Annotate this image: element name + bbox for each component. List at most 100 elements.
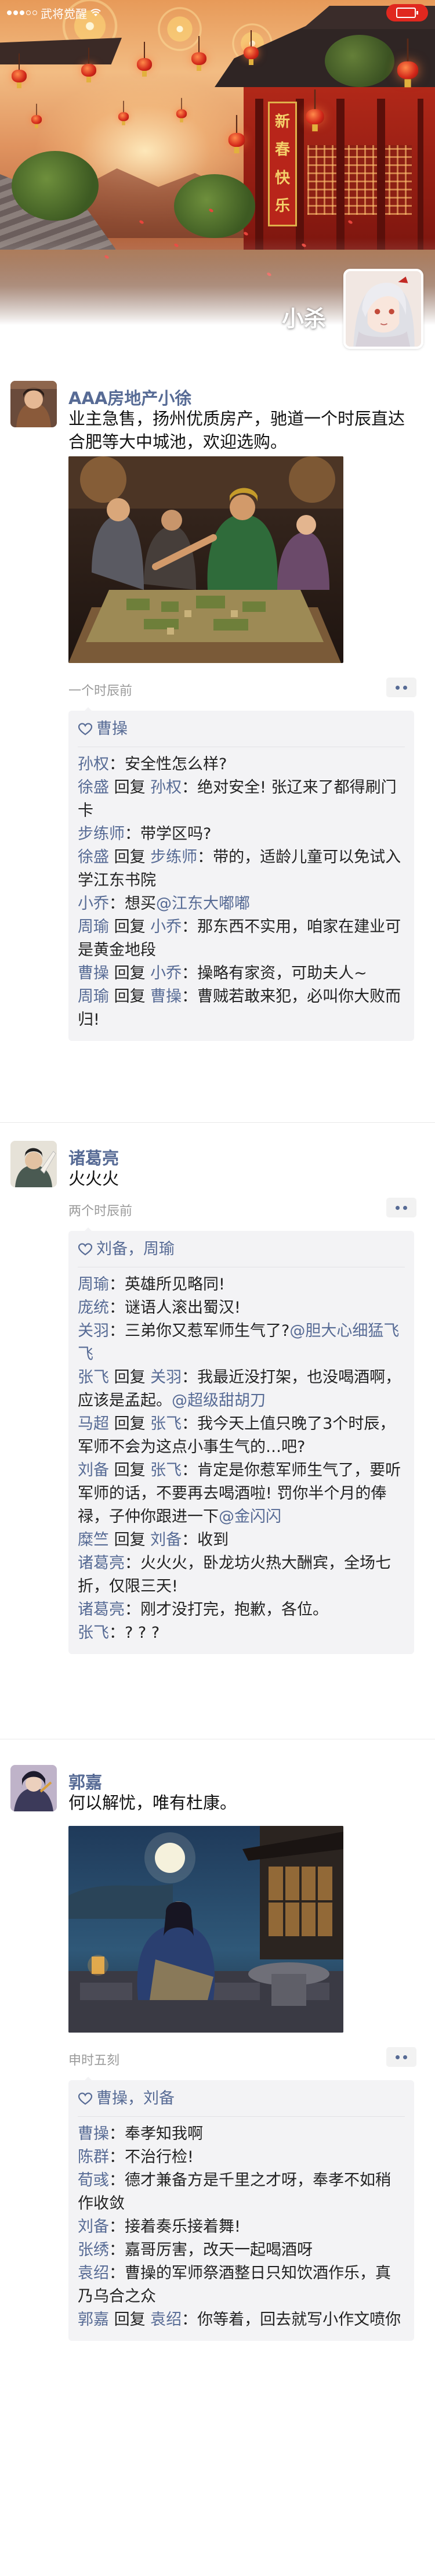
likes-names[interactable]: 曹操 <box>96 719 128 740</box>
commenter-name[interactable]: 周瑜 <box>78 1276 109 1294</box>
avatar[interactable] <box>10 381 57 427</box>
comment-list: 曹操：奉孝知我啊 陈群：不治行检! 荀彧：德才兼备方是千里之才呀，奉孝不如稍作收敛刘… <box>78 2123 405 2332</box>
comment-text: ：刚才没打完，抱歉，各位。 <box>125 1601 328 1619</box>
comment-item[interactable]: 徐盛 回复 步练师：带的，适龄儿童可以免试入学江东书院 <box>78 846 405 892</box>
comment-item[interactable]: 刘备：接着奏乐接着舞! <box>78 2215 405 2239</box>
comment-item[interactable]: 袁绍：曹操的军师祭酒整日只知饮酒作乐，真乃乌合之众 <box>78 2262 405 2308</box>
comment-item[interactable]: 郭嘉 回复 袁绍：你等着，回去就写小作文喷你 <box>78 2308 405 2332</box>
commenter-name[interactable]: 徐盛 <box>78 848 109 866</box>
comment-text: ：三弟你又惹军师生气了? <box>109 1322 290 1340</box>
comment-item[interactable]: 关羽：三弟你又惹军师生气了?@胆大心细猛飞飞 <box>78 1320 405 1366</box>
commenter-name[interactable]: 小乔 <box>78 895 109 913</box>
reply-word: 回复 <box>109 779 151 797</box>
reply-word: 回复 <box>109 1368 151 1386</box>
comment-item[interactable]: 诸葛亮：火火火，卧龙坊火热大酬宾，全场七折，仅限三天! <box>78 1552 405 1598</box>
reply-target-name[interactable]: 刘备 <box>150 1531 182 1549</box>
comment-item[interactable]: 徐盛 回复 孙权：绝对安全! 张辽来了都得刷门卡 <box>78 776 405 823</box>
commenter-name[interactable]: 庞统 <box>78 1299 109 1317</box>
commenter-name[interactable]: 陈群 <box>78 2148 109 2166</box>
comment-item[interactable]: 马超 回复 张飞：我今天上值只晚了3个时辰，军师不会为这点小事生气的…吧? <box>78 1413 405 1459</box>
commenter-name[interactable]: 曹操 <box>78 964 109 982</box>
commenter-name[interactable]: 诸葛亮 <box>78 1554 125 1572</box>
commenter-name[interactable]: 刘备 <box>78 2218 109 2236</box>
post-author[interactable]: AAA房地产小徐 <box>68 385 191 409</box>
comment-item[interactable]: 曹操：奉孝知我啊 <box>78 2123 405 2146</box>
profile-nickname[interactable]: 小杀 <box>282 301 326 333</box>
mention-link[interactable]: @超级甜胡刀 <box>172 1392 266 1410</box>
commenter-name[interactable]: 周瑜 <box>78 988 109 1006</box>
heart-icon <box>78 2092 93 2105</box>
post-time: 申时五刻 <box>68 2053 120 2068</box>
commenter-name[interactable]: 步练师 <box>78 825 125 843</box>
commenter-name[interactable]: 张飞 <box>78 1368 109 1386</box>
reply-target-name[interactable]: 步练师 <box>150 848 197 866</box>
comment-item[interactable]: 张绣：嘉哥厉害，改天一起喝酒呀 <box>78 2239 405 2262</box>
likes-names[interactable]: 刘备，周瑜 <box>96 1239 175 1260</box>
comment-text: ：你等着，回去就写小作文喷你 <box>182 2311 401 2329</box>
reply-target-name[interactable]: 关羽 <box>150 1368 182 1386</box>
commenter-name[interactable]: 马超 <box>78 1415 109 1433</box>
comment-section: 曹操，刘备 曹操：奉孝知我啊 陈群：不治行检! 荀彧：德才兼备方是千里之才呀，奉孝不… <box>68 2077 414 2341</box>
comment-item[interactable]: 周瑜：英雄所见略同! <box>78 1273 405 1296</box>
battery-icon <box>386 4 428 21</box>
commenter-name[interactable]: 关羽 <box>78 1322 109 1340</box>
commenter-name[interactable]: 曹操 <box>78 2125 109 2143</box>
commenter-name[interactable]: 诸葛亮 <box>78 1601 125 1619</box>
post-author[interactable]: 诸葛亮 <box>68 1145 119 1169</box>
post-author[interactable]: 郭嘉 <box>68 1769 102 1793</box>
more-options-button[interactable] <box>386 2047 416 2067</box>
comment-item[interactable]: 周瑜 回复 曹操：曹贼若敢来犯，必叫你大败而归! <box>78 985 405 1032</box>
comment-item[interactable]: 张飞 回复 关羽：我最近没打架，也没喝酒啊，应该是孟起。@超级甜胡刀 <box>78 1366 405 1413</box>
reply-target-name[interactable]: 曹操 <box>150 988 182 1006</box>
avatar[interactable] <box>10 1765 57 1811</box>
commenter-name[interactable]: 袁绍 <box>78 2264 109 2282</box>
comment-item[interactable]: 刘备 回复 张飞：肯定是你惹军师生气了，要听军师的话，不要再去喝酒啦! 罚你半个… <box>78 1459 405 1529</box>
commenter-name[interactable]: 郭嘉 <box>78 2311 109 2329</box>
reply-target-name[interactable]: 袁绍 <box>150 2311 182 2329</box>
mention-link[interactable]: @金闪闪 <box>219 1508 281 1526</box>
comment-item[interactable]: 小乔：想买@江东大嘟嘟 <box>78 892 405 916</box>
wifi-icon <box>90 9 101 16</box>
post-time: 两个时辰前 <box>68 1204 133 1219</box>
commenter-name[interactable]: 张飞 <box>78 1624 109 1642</box>
commenter-name[interactable]: 刘备 <box>78 1461 109 1479</box>
comment-item[interactable]: 孙权：安全性怎么样? <box>78 753 405 776</box>
comment-item[interactable]: 张飞：? ? ? <box>78 1622 405 1645</box>
comment-item[interactable]: 周瑜 回复 小乔：那东西不实用，咱家在建业可是黄金地段 <box>78 916 405 962</box>
commenter-name[interactable]: 徐盛 <box>78 779 109 797</box>
post-photo[interactable] <box>68 456 343 663</box>
reply-word: 回复 <box>109 988 151 1006</box>
commenter-name[interactable]: 荀彧 <box>78 2171 109 2189</box>
reply-target-name[interactable]: 孙权 <box>150 779 182 797</box>
reply-target-name[interactable]: 小乔 <box>150 918 182 936</box>
comment-item[interactable]: 糜竺 回复 刘备：收到 <box>78 1529 405 1552</box>
reply-target-name[interactable]: 小乔 <box>150 964 182 982</box>
post-text: 何以解忧，唯有杜康。 <box>68 1793 237 1813</box>
comment-text: ：嘉哥厉害，改天一起喝酒呀 <box>109 2241 313 2259</box>
comment-item[interactable]: 步练师：带学区吗? <box>78 823 405 846</box>
commenter-name[interactable]: 糜竺 <box>78 1531 109 1549</box>
more-options-button[interactable] <box>386 678 416 697</box>
commenter-name[interactable]: 孙权 <box>78 755 109 773</box>
post-photo[interactable] <box>68 1826 343 2033</box>
mention-link[interactable]: @江东大嘟嘟 <box>156 895 250 913</box>
reply-target-name[interactable]: 张飞 <box>150 1461 182 1479</box>
more-options-button[interactable] <box>386 1198 416 1217</box>
comment-list: 孙权：安全性怎么样? 徐盛 回复 孙权：绝对安全! 张辽来了都得刷门卡 步练师：带学… <box>78 753 405 1032</box>
reply-target-name[interactable]: 张飞 <box>150 1415 182 1433</box>
comment-text: ：安全性怎么样? <box>109 755 227 773</box>
comment-text: ：收到 <box>182 1531 229 1549</box>
comment-item[interactable]: 陈群：不治行检! <box>78 2146 405 2169</box>
avatar[interactable] <box>10 1141 57 1187</box>
likes-names[interactable]: 曹操，刘备 <box>96 2088 175 2109</box>
post-time: 一个时辰前 <box>68 684 133 698</box>
commenter-name[interactable]: 张绣 <box>78 2241 109 2259</box>
comment-section: 刘备，周瑜 周瑜：英雄所见略同! 庞统：谜语人滚出蜀汉! 关羽：三弟你又惹军师生气了… <box>68 1227 414 1654</box>
comment-item[interactable]: 荀彧：德才兼备方是千里之才呀，奉孝不如稍作收敛 <box>78 2169 405 2215</box>
comment-text: ：英雄所见略同! <box>109 1276 225 1294</box>
commenter-name[interactable]: 周瑜 <box>78 918 109 936</box>
comment-item[interactable]: 庞统：谜语人滚出蜀汉! <box>78 1296 405 1320</box>
comment-item[interactable]: 曹操 回复 小乔：操略有家资，可助夫人~ <box>78 962 405 985</box>
profile-avatar[interactable] <box>343 269 423 349</box>
comment-item[interactable]: 诸葛亮：刚才没打完，抱歉，各位。 <box>78 1598 405 1622</box>
